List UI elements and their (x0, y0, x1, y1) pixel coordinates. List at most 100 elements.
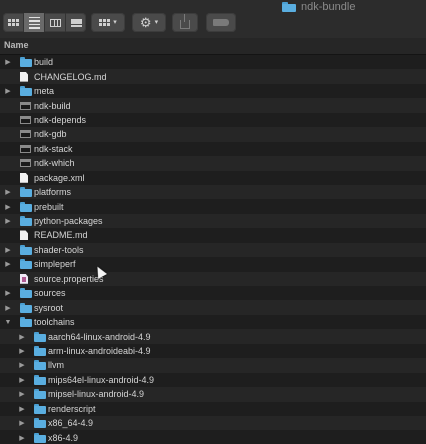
folder-icon (34, 345, 46, 356)
disclosure-collapsed-icon[interactable]: ▶ (18, 333, 26, 341)
folder-row[interactable]: ▼ toolchains (0, 315, 426, 329)
executable-icon (20, 130, 31, 139)
folder-row[interactable]: ▶ sources (0, 286, 426, 300)
action-button[interactable]: ⚙ ▾ (132, 13, 166, 32)
item-name: sources (34, 288, 66, 299)
folder-row[interactable]: ▶ llvm (0, 358, 426, 373)
folder-icon (20, 57, 32, 68)
file-list: ▶ build CHANGELOG.md ▶ meta ndk-build ndk-depe… (0, 55, 426, 444)
item-name: ndk-build (34, 100, 71, 111)
item-name: README.md (34, 230, 88, 241)
folder-icon (34, 374, 46, 385)
item-name: meta (34, 86, 55, 97)
folder-row[interactable]: ▶ python-packages (0, 213, 426, 229)
folder-row[interactable]: ▶ mipsel-linux-android-4.9 (0, 387, 426, 402)
file-row[interactable]: ndk-build (0, 98, 426, 113)
folder-row[interactable]: ▶ simpleperf (0, 257, 426, 271)
item-name: mipsel-linux-android-4.9 (48, 389, 145, 400)
disclosure-collapsed-icon[interactable]: ▶ (4, 188, 12, 196)
folder-row[interactable]: ▶ x86-4.9 (0, 430, 426, 444)
disclosure-collapsed-icon[interactable]: ▶ (18, 376, 26, 384)
disclosure-expanded-icon[interactable]: ▼ (4, 318, 12, 326)
disclosure-collapsed-icon[interactable]: ▶ (4, 217, 12, 225)
file-row[interactable]: CHANGELOG.md (0, 69, 426, 84)
folder-row[interactable]: ▶ build (0, 55, 426, 69)
folder-row[interactable]: ▶ sysroot (0, 300, 426, 315)
window-toolbar: ndk-bundle ▾ ⚙ ▾ (0, 0, 426, 39)
disclosure-collapsed-icon[interactable]: ▶ (18, 361, 26, 369)
column-view-button[interactable] (45, 13, 66, 32)
name-column-header[interactable]: Name (4, 40, 29, 50)
disclosure-collapsed-icon[interactable]: ▶ (4, 58, 12, 66)
column-header[interactable]: Name (0, 38, 426, 55)
folder-icon (34, 432, 46, 443)
document-icon (20, 71, 28, 82)
item-name: ndk-which (34, 158, 75, 169)
item-name: python-packages (34, 216, 103, 227)
list-view-button[interactable] (24, 13, 45, 32)
tag-button[interactable] (206, 13, 236, 32)
disclosure-collapsed-icon[interactable]: ▶ (18, 434, 26, 442)
document-icon (20, 172, 28, 183)
executable-icon (20, 115, 31, 124)
item-name: build (34, 57, 54, 68)
folder-row[interactable]: ▶ meta (0, 84, 426, 98)
document-icon (20, 230, 28, 241)
executable-icon (20, 144, 31, 153)
folder-row[interactable]: ▶ platforms (0, 184, 426, 200)
disclosure-collapsed-icon[interactable]: ▶ (18, 419, 26, 427)
file-row[interactable]: ndk-gdb (0, 127, 426, 142)
group-by-button[interactable]: ▾ (91, 13, 125, 32)
properties-file-icon (20, 273, 28, 284)
disclosure-collapsed-icon[interactable]: ▶ (18, 405, 26, 413)
folder-icon (20, 244, 32, 255)
item-name: shader-tools (34, 244, 84, 255)
disclosure-collapsed-icon[interactable]: ▶ (4, 203, 12, 211)
folder-row[interactable]: ▶ x86_64-4.9 (0, 415, 426, 431)
folder-icon (282, 1, 296, 12)
folder-row[interactable]: ▶ renderscript (0, 402, 426, 416)
disclosure-collapsed-icon[interactable]: ▶ (18, 347, 26, 355)
folder-icon (34, 360, 46, 371)
disclosure-collapsed-icon[interactable]: ▶ (4, 246, 12, 254)
gear-icon: ⚙ (139, 15, 152, 30)
file-row[interactable]: source.properties (0, 271, 426, 286)
group-grid-icon (99, 19, 111, 26)
gallery-view-button[interactable] (66, 13, 86, 32)
file-row[interactable]: ndk-which (0, 156, 426, 171)
file-row[interactable]: README.md (0, 228, 426, 242)
item-name: renderscript (48, 403, 96, 414)
item-name: simpleperf (34, 259, 76, 270)
item-name: toolchains (34, 317, 75, 328)
folder-row[interactable]: ▶ arm-linux-androideabi-4.9 (0, 344, 426, 358)
view-mode-segmented-control (3, 13, 86, 32)
disclosure-collapsed-icon[interactable]: ▶ (4, 260, 12, 268)
share-icon (180, 13, 190, 29)
item-name: package.xml (34, 172, 85, 183)
share-button[interactable] (172, 13, 198, 32)
folder-row[interactable]: ▶ mips64el-linux-android-4.9 (0, 373, 426, 387)
folder-row[interactable]: ▶ shader-tools (0, 242, 426, 258)
icon-view-button[interactable] (3, 13, 24, 32)
folder-icon (20, 259, 32, 270)
disclosure-collapsed-icon[interactable]: ▶ (4, 87, 12, 95)
item-name: platforms (34, 187, 72, 198)
item-name: ndk-depends (34, 114, 87, 125)
item-name: mips64el-linux-android-4.9 (48, 374, 155, 385)
chevron-down-icon: ▾ (154, 19, 159, 26)
item-name: llvm (48, 360, 64, 371)
disclosure-collapsed-icon[interactable]: ▶ (18, 390, 26, 398)
item-name: x86-4.9 (48, 432, 79, 443)
list-view-icon (28, 16, 40, 29)
folder-row[interactable]: ▶ aarch64-linux-android-4.9 (0, 329, 426, 344)
disclosure-collapsed-icon[interactable]: ▶ (4, 289, 12, 297)
file-row[interactable]: package.xml (0, 171, 426, 185)
folder-icon (20, 288, 32, 299)
file-row[interactable]: ndk-stack (0, 142, 426, 156)
executable-icon (20, 159, 31, 168)
file-row[interactable]: ndk-depends (0, 113, 426, 127)
folder-icon (34, 403, 46, 414)
item-name: prebuilt (34, 201, 64, 212)
folder-row[interactable]: ▶ prebuilt (0, 199, 426, 213)
disclosure-collapsed-icon[interactable]: ▶ (4, 304, 12, 312)
